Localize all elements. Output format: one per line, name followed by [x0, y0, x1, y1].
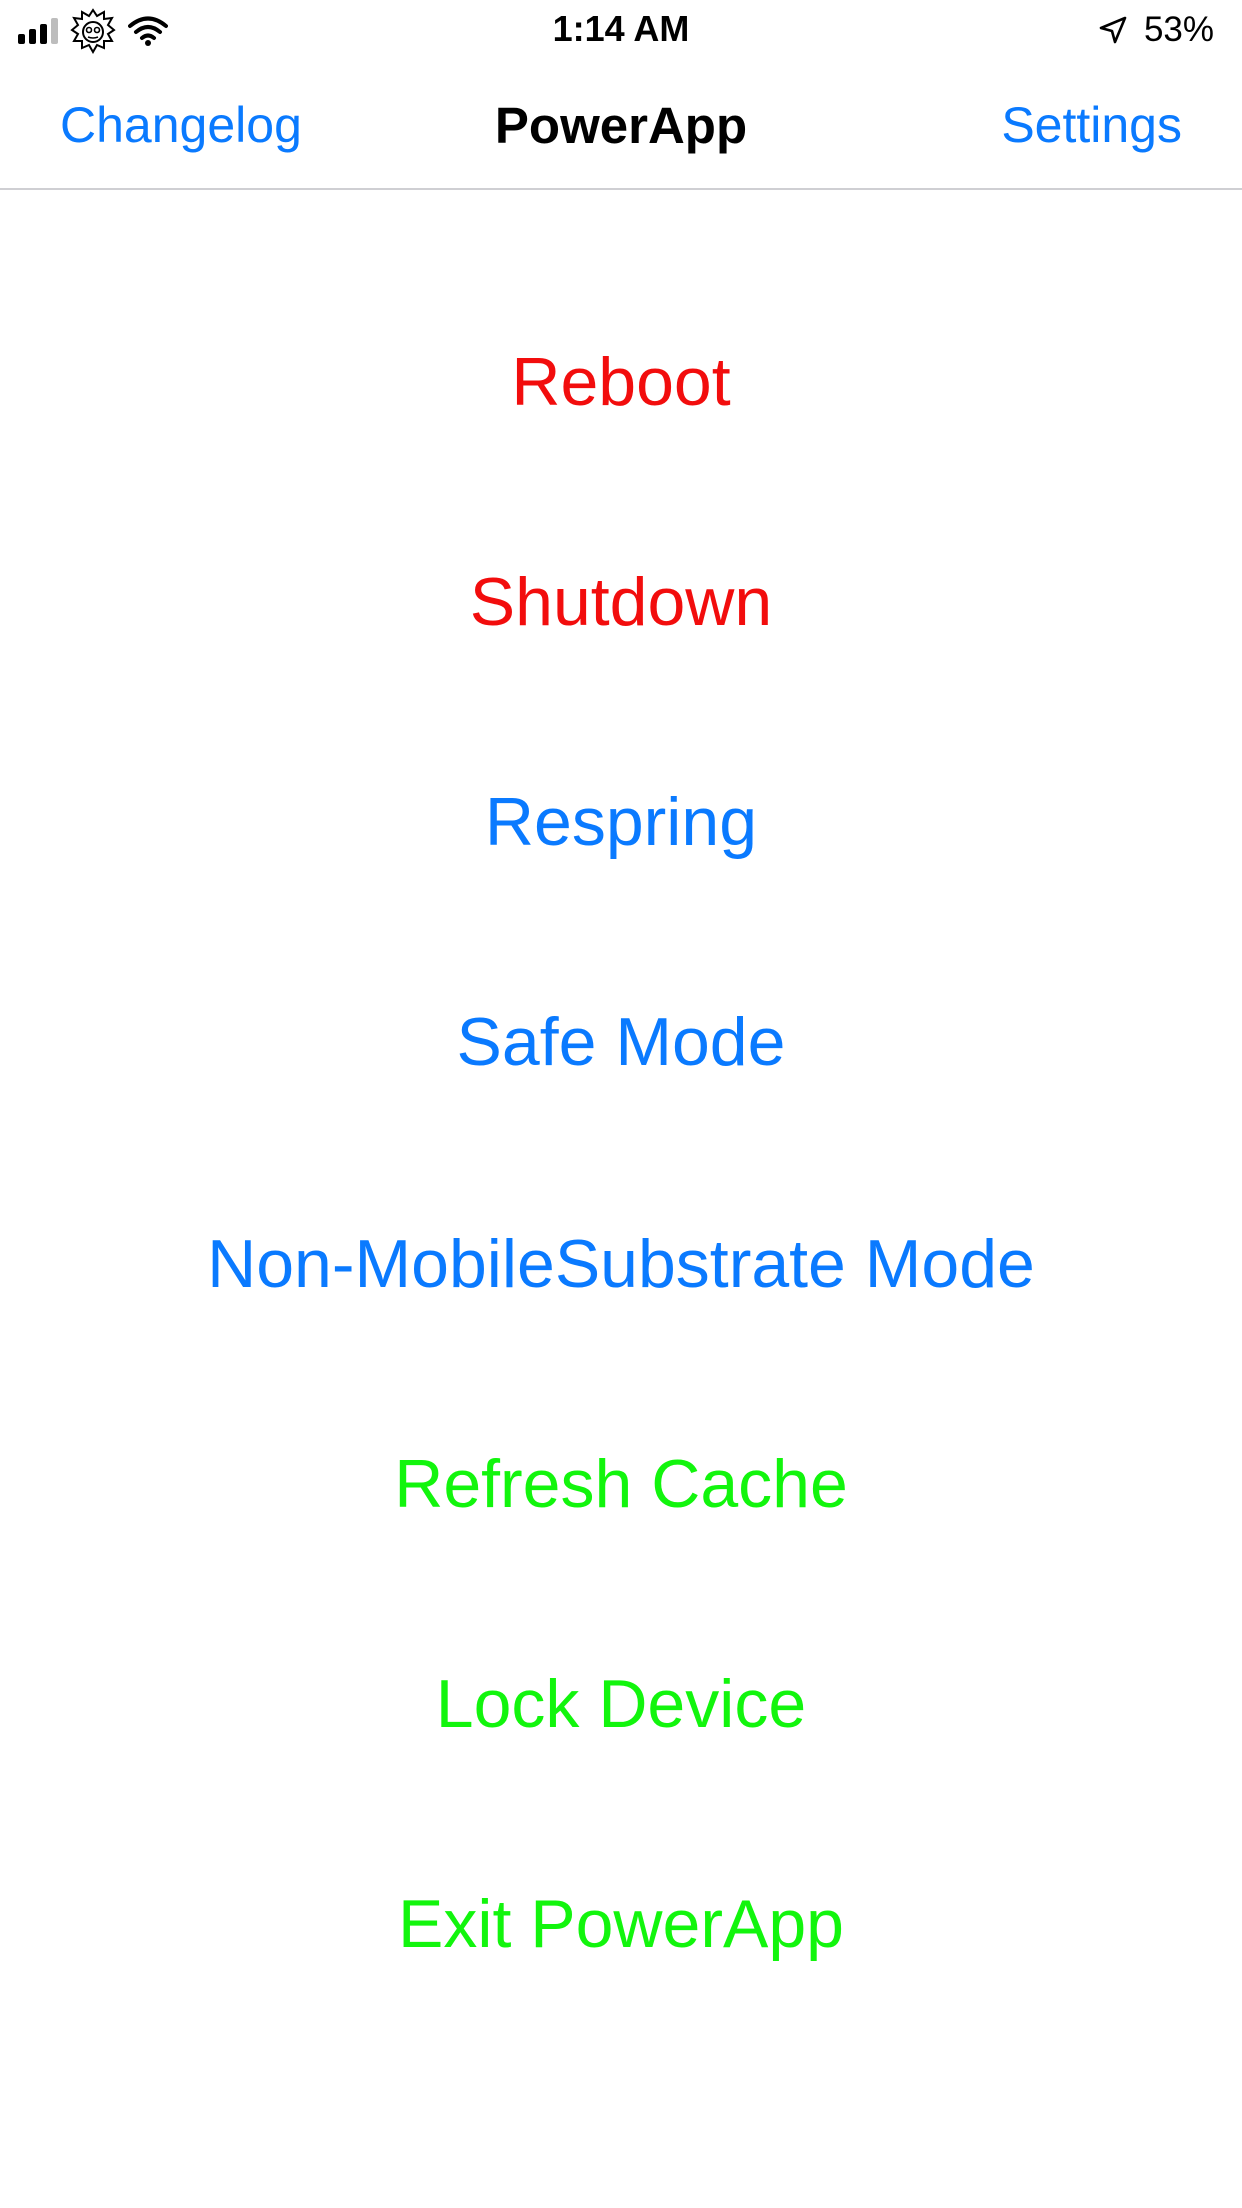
refresh-cache-button[interactable]: Refresh Cache: [0, 1442, 1242, 1526]
status-bar: 1:14 AM 53%: [0, 0, 1242, 62]
location-arrow-icon: [1099, 16, 1127, 44]
shutdown-button[interactable]: Shutdown: [0, 560, 1242, 644]
safe-mode-button[interactable]: Safe Mode: [0, 1000, 1242, 1084]
exit-powerapp-button[interactable]: Exit PowerApp: [0, 1882, 1242, 1966]
status-time: 1:14 AM: [552, 8, 690, 49]
settings-button[interactable]: Settings: [1001, 96, 1182, 154]
lock-device-button[interactable]: Lock Device: [0, 1662, 1242, 1746]
non-mobilesubstrate-mode-button[interactable]: Non-MobileSubstrate Mode: [0, 1222, 1242, 1306]
respring-button[interactable]: Respring: [0, 780, 1242, 864]
navigation-bar: Changelog PowerApp Settings: [0, 62, 1242, 190]
battery-percentage: 53%: [1143, 10, 1214, 49]
reboot-button[interactable]: Reboot: [0, 340, 1242, 424]
status-right: 53%: [1098, 8, 1214, 52]
